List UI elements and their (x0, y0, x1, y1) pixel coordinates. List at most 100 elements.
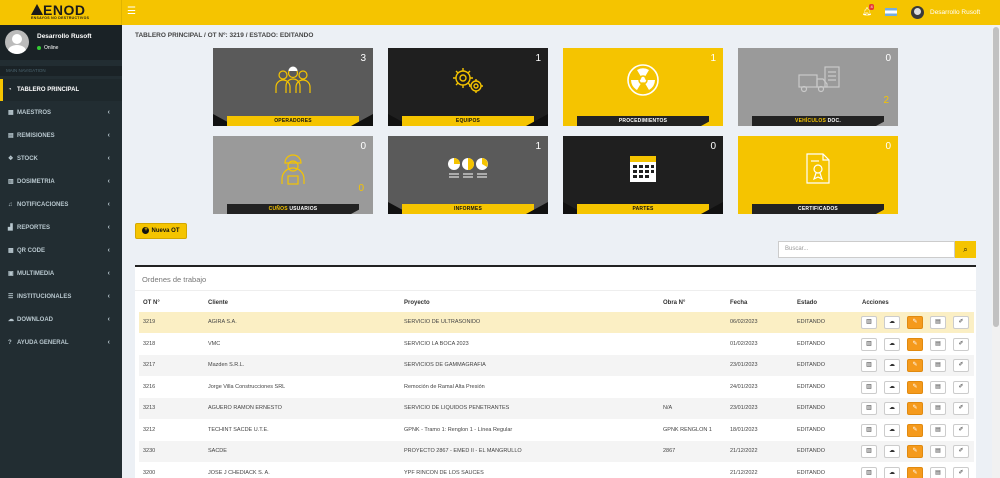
cloud-upload-button[interactable]: ☁ (884, 402, 900, 415)
card-certificados[interactable]: 0 CERTIFICADOS (738, 136, 898, 214)
sidebar-item-reportes[interactable]: ▟ REPORTES ‹ (0, 217, 122, 239)
card-operadores[interactable]: 3 OPERADORES (213, 48, 373, 126)
cloud-upload-button[interactable]: ☁ (884, 316, 900, 329)
cloud-upload-icon: ☁ (889, 319, 895, 325)
pencil-icon: ✐ (958, 426, 964, 433)
table-row[interactable]: 3219 AGIRA S.A. SERVICIO DE ULTRASONIDO 06/… (139, 312, 974, 333)
document-button[interactable]: ▤ (930, 316, 946, 329)
scrollbar-thumb[interactable] (993, 27, 999, 327)
sidebar-item-multimedia[interactable]: ▣ MULTIMEDIA ‹ (0, 263, 122, 285)
pencil-button[interactable]: ✐ (953, 445, 969, 458)
card-label-bar: VEHÍCULOS DOC. (752, 116, 884, 126)
edit-button[interactable]: ✎ (907, 380, 923, 394)
pencil-icon: ✐ (958, 469, 964, 476)
sidebar-item-tablero-principal[interactable]: ◔ TABLERO PRINCIPAL (0, 79, 122, 101)
edit-button[interactable]: ✎ (907, 359, 923, 372)
pencil-button[interactable]: ✐ (953, 466, 969, 478)
stats-button[interactable]: ▥ (861, 316, 877, 329)
edit-button[interactable]: ✎ (907, 445, 923, 458)
edit-button[interactable]: ✎ (907, 316, 923, 329)
cell-ot: 3230 (143, 448, 156, 454)
column-header[interactable]: Acciones (862, 300, 889, 306)
edit-button[interactable]: ✎ (907, 423, 923, 437)
document-button[interactable]: ▤ (930, 380, 946, 394)
column-header[interactable]: Obra N° (663, 300, 685, 306)
table-row[interactable]: 3200 JOSE J CHEDIACK S. A. YPF RINCON DE L… (139, 463, 974, 478)
column-header[interactable]: Proyecto (404, 300, 430, 306)
cloud-upload-icon: ☁ (889, 383, 895, 390)
logo[interactable]: ENOD ENSAYOS NO DESTRUCTIVOS (0, 0, 122, 25)
table-row[interactable]: 3217 Mazden S.R.L. SERVICIOS DE GAMMAGRAFI… (139, 355, 974, 376)
chevron-left-icon: ‹ (107, 316, 110, 323)
sidebar-item-maestros[interactable]: ▦ MAESTROS ‹ (0, 102, 122, 124)
search-input[interactable]: Buscar... (778, 241, 955, 258)
pencil-button[interactable]: ✐ (953, 337, 969, 351)
card-procedimientos[interactable]: 1 PROCEDIMIENTOS (563, 48, 723, 126)
pencil-button[interactable]: ✐ (953, 423, 969, 437)
question-icon: ? (8, 340, 12, 346)
edit-button[interactable]: ✎ (907, 402, 923, 415)
card-usuarios[interactable]: 0 0 CUÑOS USUARIOS (213, 136, 373, 214)
table-row[interactable]: 3213 AGUERO RAMON ERNESTO SERVICIO DE LIQU… (139, 398, 974, 419)
column-header[interactable]: Fecha (730, 300, 747, 306)
page-scrollbar[interactable] (992, 25, 1000, 478)
sidebar-item-notificaciones[interactable]: ♫ NOTIFICACIONES ‹ (0, 194, 122, 216)
document-button[interactable]: ▤ (930, 445, 946, 458)
stats-button[interactable]: ▥ (861, 423, 877, 437)
pencil-button[interactable]: ✐ (953, 380, 969, 394)
document-icon: ▤ (935, 362, 941, 368)
cell-estado: EDITANDO (797, 383, 826, 390)
table-row[interactable]: 3218 VMC SERVICIO LA BOCA 2023 01/02/2023 ED… (139, 334, 974, 355)
sidebar-item-stock[interactable]: ❖ STOCK ‹ (0, 148, 122, 170)
cloud-upload-button[interactable]: ☁ (884, 359, 900, 372)
pencil-button[interactable]: ✐ (953, 359, 969, 372)
stats-button[interactable]: ▥ (861, 445, 877, 458)
card-equipos[interactable]: 1 EQUIPOS (388, 48, 548, 126)
column-header[interactable]: Estado (797, 300, 817, 306)
stats-button[interactable]: ▥ (861, 466, 877, 478)
document-button[interactable]: ▤ (930, 466, 946, 478)
document-button[interactable]: ▤ (930, 359, 946, 372)
pencil-button[interactable]: ✐ (953, 402, 969, 415)
card-label-bar: EQUIPOS (402, 116, 534, 126)
cloud-upload-button[interactable]: ☁ (884, 423, 900, 437)
column-header[interactable]: OT N° (143, 300, 160, 306)
table-row[interactable]: 3216 Jorge Villa Construcciones SRL Remoci… (139, 377, 974, 398)
new-ot-button[interactable]: + Nueva OT (135, 223, 187, 239)
stats-button[interactable]: ▥ (861, 402, 877, 415)
edit-button[interactable]: ✎ (907, 466, 923, 478)
sidebar-item-download[interactable]: ☁ DOWNLOAD ‹ (0, 309, 122, 331)
document-button[interactable]: ▤ (930, 423, 946, 437)
stats-button[interactable]: ▥ (861, 337, 877, 351)
card-partes[interactable]: 0 PARTES (563, 136, 723, 214)
cloud-upload-button[interactable]: ☁ (884, 445, 900, 458)
sidebar-item-label: MAESTROS (17, 110, 52, 116)
sidebar-item-remisiones[interactable]: ▤ REMISIONES ‹ (0, 125, 122, 147)
column-header[interactable]: Cliente (208, 300, 228, 306)
card-doc[interactable]: 0 2 VEHÍCULOS DOC. (738, 48, 898, 126)
table-row[interactable]: 3212 TECHINT SACDE U.T.E. GPNK - Tramo 1: … (139, 420, 974, 441)
cell-obra: 2867 (663, 448, 676, 454)
language-flag-icon[interactable] (885, 8, 897, 16)
stats-button[interactable]: ▥ (861, 380, 877, 394)
cell-cliente: VMC (208, 340, 221, 347)
menu-toggle-icon[interactable]: ☰ (127, 6, 136, 17)
sidebar-item-qr-code[interactable]: ▩ QR CODE ‹ (0, 240, 122, 262)
search-icon[interactable]: ⌕ (955, 241, 976, 258)
sidebar-item-label: DOSIMETRIA (17, 179, 55, 185)
document-button[interactable]: ▤ (930, 402, 946, 415)
card-informes[interactable]: 1 INFORMES (388, 136, 548, 214)
sidebar-item-dosimetria[interactable]: ▥ DOSIMETRIA ‹ (0, 171, 122, 193)
sidebar-item-institucionales[interactable]: ☰ INSTITUCIONALES ‹ (0, 286, 122, 308)
cubes-icon: ❖ (8, 156, 14, 162)
pencil-button[interactable]: ✐ (953, 316, 969, 329)
edit-button[interactable]: ✎ (907, 337, 923, 351)
document-button[interactable]: ▤ (930, 337, 946, 351)
cloud-upload-button[interactable]: ☁ (884, 380, 900, 394)
table-row[interactable]: 3230 SACDE PROYECTO 2867 - EMED II - EL MA… (139, 441, 974, 462)
chevron-left-icon: ‹ (107, 224, 110, 231)
cloud-upload-button[interactable]: ☁ (884, 337, 900, 351)
stats-button[interactable]: ▥ (861, 359, 877, 372)
sidebar-item-ayuda-general[interactable]: ? AYUDA GENERAL ‹ (0, 332, 122, 354)
cloud-upload-button[interactable]: ☁ (884, 466, 900, 478)
